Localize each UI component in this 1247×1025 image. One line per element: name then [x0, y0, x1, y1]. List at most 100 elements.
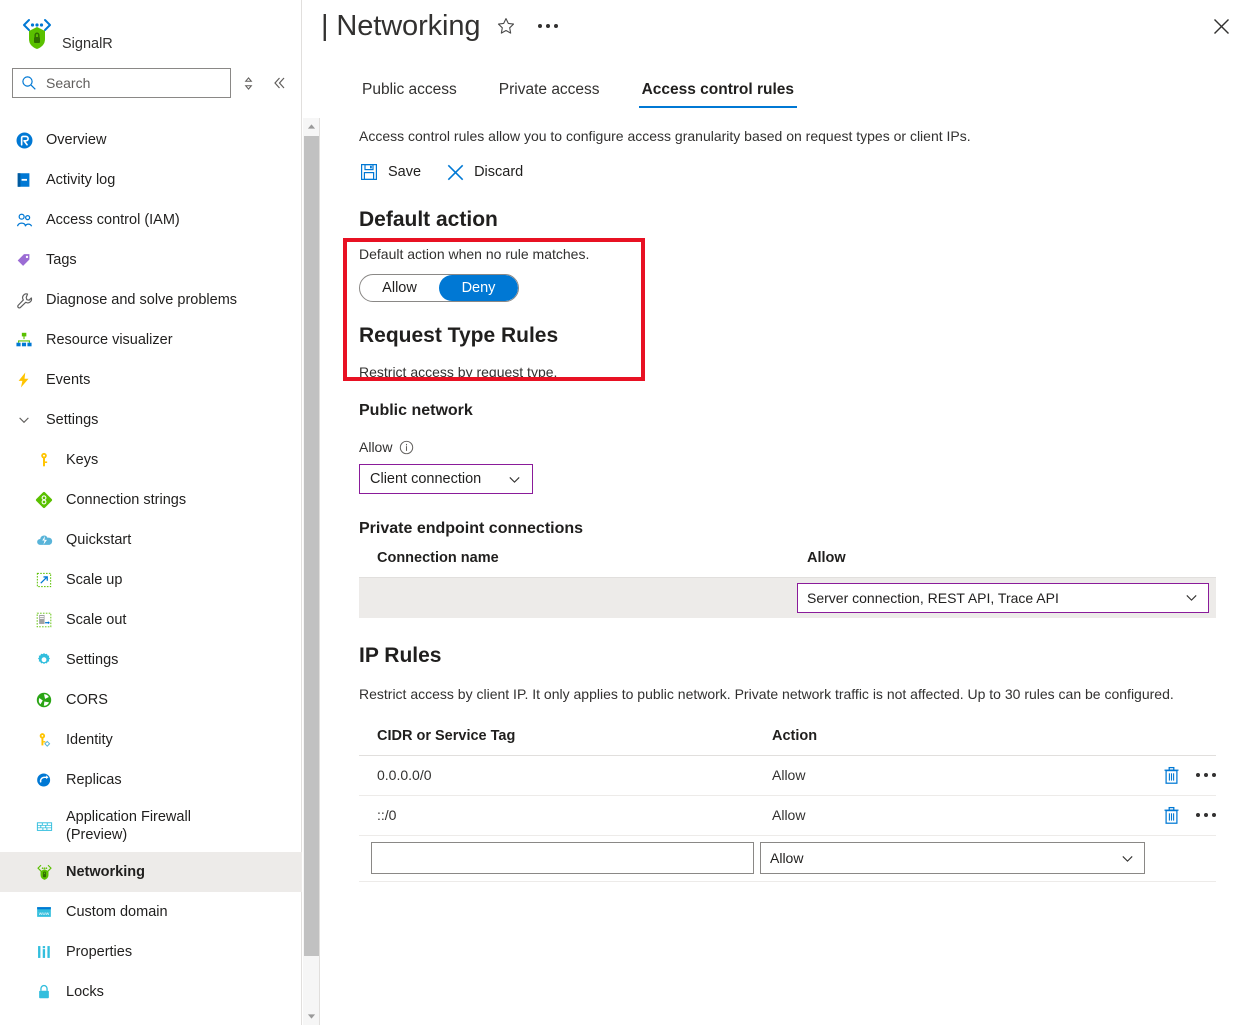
- signalr-icon: [16, 14, 56, 54]
- ellipsis-icon[interactable]: [1196, 813, 1216, 817]
- sidebar-item-application-firewall[interactable]: Application Firewall (Preview): [0, 800, 302, 852]
- table-row[interactable]: ::/0 Allow: [359, 795, 1216, 835]
- search-icon: [21, 75, 37, 91]
- tab-public-access[interactable]: Public access: [359, 81, 460, 108]
- discard-button[interactable]: Discard: [445, 162, 523, 182]
- tab-access-control-rules[interactable]: Access control rules: [639, 81, 797, 108]
- tags-icon: [14, 250, 34, 270]
- discard-label: Discard: [474, 164, 523, 180]
- sidebar-item-activity-log[interactable]: Activity log: [0, 160, 302, 200]
- cell-action: Allow: [754, 755, 1145, 795]
- sidebar-item-connection-strings[interactable]: Connection strings: [0, 480, 302, 520]
- request-type-rules-heading: Request Type Rules: [359, 324, 1247, 348]
- panel-description: Access control rules allow you to config…: [359, 128, 1247, 144]
- trash-icon[interactable]: [1163, 766, 1180, 785]
- sidebar-item-locks[interactable]: Locks: [0, 972, 302, 1012]
- cell-new-action: Allow: [754, 835, 1145, 881]
- ellipsis-icon[interactable]: [1196, 773, 1216, 777]
- private-endpoint-allow-dropdown[interactable]: Server connection, REST API, Trace API: [797, 583, 1209, 613]
- scroll-up-arrow-icon[interactable]: [303, 118, 320, 135]
- sidebar-item-tags[interactable]: Tags: [0, 240, 302, 280]
- resource-nav-list: Overview Activity log: [0, 118, 302, 1025]
- column-cidr-or-service-tag: CIDR or Service Tag: [359, 728, 754, 756]
- quickstart-icon: [34, 530, 54, 550]
- column-action: Action: [754, 728, 1145, 756]
- tab-private-access[interactable]: Private access: [496, 81, 603, 108]
- trash-icon[interactable]: [1163, 806, 1180, 825]
- sidebar-item-replicas[interactable]: Replicas: [0, 760, 302, 800]
- sidebar-item-cors[interactable]: CORS: [0, 680, 302, 720]
- tab-list: Public access Private access Access cont…: [359, 72, 1247, 108]
- sidebar-group-settings[interactable]: Settings: [0, 400, 302, 440]
- locks-icon: [34, 982, 54, 1002]
- command-toolbar: Save Discard: [359, 162, 1247, 182]
- column-row-actions: [1145, 728, 1216, 756]
- networking-icon: [34, 862, 54, 882]
- sidebar-item-settings[interactable]: Settings: [0, 640, 302, 680]
- table-row[interactable]: 0.0.0.0/0 Allow: [359, 755, 1216, 795]
- private-endpoint-table: Connection name Allow Server connection,…: [359, 550, 1216, 618]
- table-header-row: Connection name Allow: [359, 550, 1216, 578]
- request-type-rules-section: Request Type Rules Restrict access by re…: [359, 324, 1247, 618]
- sidebar-item-label: Access control (IAM): [46, 211, 180, 229]
- sidebar-item-keys[interactable]: Keys: [0, 440, 302, 480]
- sidebar-item-events[interactable]: Events: [0, 360, 302, 400]
- sidebar-item-label: CORS: [66, 691, 108, 709]
- search-input[interactable]: [44, 74, 224, 92]
- sidebar-item-label: Custom domain: [66, 903, 168, 921]
- default-action-description: Default action when no rule matches.: [359, 246, 1247, 262]
- sidebar-item-label: Scale out: [66, 611, 126, 629]
- sidebar-item-scale-out[interactable]: Scale out: [0, 600, 302, 640]
- resource-menu-sidebar: SignalR: [0, 0, 302, 1025]
- new-cidr-input[interactable]: [371, 842, 754, 874]
- sidebar-scrollbar[interactable]: [303, 118, 320, 1025]
- save-button[interactable]: Save: [359, 162, 421, 182]
- public-network-allow-dropdown[interactable]: Client connection: [359, 464, 533, 494]
- sidebar-item-access-control[interactable]: Access control (IAM): [0, 200, 302, 240]
- info-icon[interactable]: [399, 440, 414, 455]
- star-icon[interactable]: [490, 10, 522, 42]
- scrollbar-thumb[interactable]: [304, 136, 319, 956]
- sidebar-item-resource-visualizer[interactable]: Resource visualizer: [0, 320, 302, 360]
- sidebar-item-identity[interactable]: Identity: [0, 720, 302, 760]
- sidebar-item-label: Quickstart: [66, 531, 131, 549]
- public-network-allow-label-row: Allow: [359, 439, 1247, 455]
- sidebar-item-quickstart[interactable]: Quickstart: [0, 520, 302, 560]
- default-action-option-allow[interactable]: Allow: [360, 275, 439, 301]
- cell-row-actions: [1145, 755, 1216, 795]
- scroll-down-arrow-icon[interactable]: [303, 1008, 320, 1025]
- sidebar-item-diagnose[interactable]: Diagnose and solve problems: [0, 280, 302, 320]
- ip-rules-description: Restrict access by client IP. It only ap…: [359, 684, 1221, 706]
- default-action-option-deny[interactable]: Deny: [439, 275, 518, 301]
- ip-rules-heading: IP Rules: [359, 644, 1247, 668]
- sidebar-item-custom-domain[interactable]: www Custom domain: [0, 892, 302, 932]
- chevron-down-icon: [1120, 851, 1135, 866]
- sidebar-item-properties[interactable]: Properties: [0, 932, 302, 972]
- sidebar-item-label: Properties: [66, 943, 132, 961]
- new-action-dropdown[interactable]: Allow: [760, 842, 1145, 874]
- close-icon[interactable]: [1203, 8, 1239, 44]
- scale-out-icon: [34, 610, 54, 630]
- public-network-heading: Public network: [359, 402, 1247, 420]
- search-box[interactable]: [12, 68, 231, 98]
- chevron-down-icon: [1184, 590, 1199, 605]
- overview-icon: [14, 130, 34, 150]
- cell-new-row-actions: [1145, 835, 1216, 881]
- events-icon: [14, 370, 34, 390]
- sort-toggle-icon[interactable]: [237, 70, 261, 96]
- sidebar-item-label: Replicas: [66, 771, 122, 789]
- collapse-menu-icon[interactable]: [267, 70, 291, 96]
- default-action-toggle[interactable]: Allow Deny: [359, 274, 519, 302]
- ellipsis-icon[interactable]: [532, 10, 564, 42]
- sidebar-item-label: Application Firewall (Preview): [66, 808, 236, 844]
- column-allow: Allow: [789, 550, 1216, 578]
- resource-header: SignalR: [0, 0, 301, 64]
- resource-name: SignalR: [62, 36, 113, 52]
- sidebar-item-label: Identity: [66, 731, 113, 749]
- sidebar-item-scale-up[interactable]: Scale up: [0, 560, 302, 600]
- sidebar-item-networking[interactable]: Networking: [0, 852, 302, 892]
- column-connection-name: Connection name: [359, 550, 789, 578]
- ellipsis-dots: [538, 24, 558, 28]
- sidebar-item-label: Resource visualizer: [46, 331, 173, 349]
- sidebar-item-overview[interactable]: Overview: [0, 120, 302, 160]
